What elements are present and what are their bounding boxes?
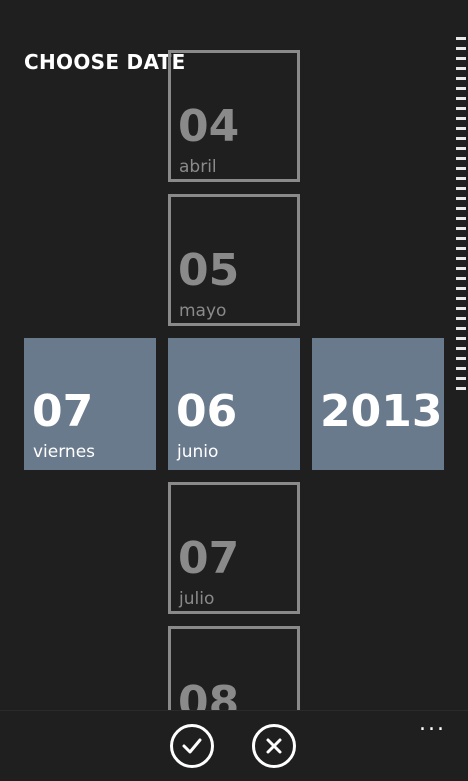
month-tile-05[interactable]: 05 mayo: [168, 194, 300, 326]
month-number: 05: [178, 245, 240, 296]
page-title: CHOOSE DATE: [24, 50, 186, 74]
month-name: julio: [179, 589, 215, 609]
cancel-button[interactable]: [252, 724, 296, 768]
app-bar: ...: [0, 710, 468, 781]
year-tile-selected[interactable]: 2013: [312, 338, 444, 470]
weekday-name: viernes: [33, 442, 96, 462]
month-name: junio: [177, 442, 219, 462]
day-tile-selected[interactable]: 07 viernes: [24, 338, 156, 470]
close-icon: [266, 738, 282, 754]
side-strip: [454, 30, 468, 402]
month-tile-07[interactable]: 07 julio: [168, 482, 300, 614]
check-icon: [182, 738, 202, 754]
month-number: 07: [178, 533, 240, 584]
month-number: 06: [176, 386, 238, 437]
day-number: 07: [32, 386, 94, 437]
month-tile-selected[interactable]: 06 junio: [168, 338, 300, 470]
year-number: 2013: [320, 386, 443, 437]
more-button[interactable]: ...: [419, 713, 446, 735]
month-name: abril: [179, 157, 217, 177]
month-number: 04: [178, 101, 240, 152]
month-tile-04[interactable]: 04 abril: [168, 50, 300, 182]
confirm-button[interactable]: [170, 724, 214, 768]
month-name: mayo: [179, 301, 227, 321]
